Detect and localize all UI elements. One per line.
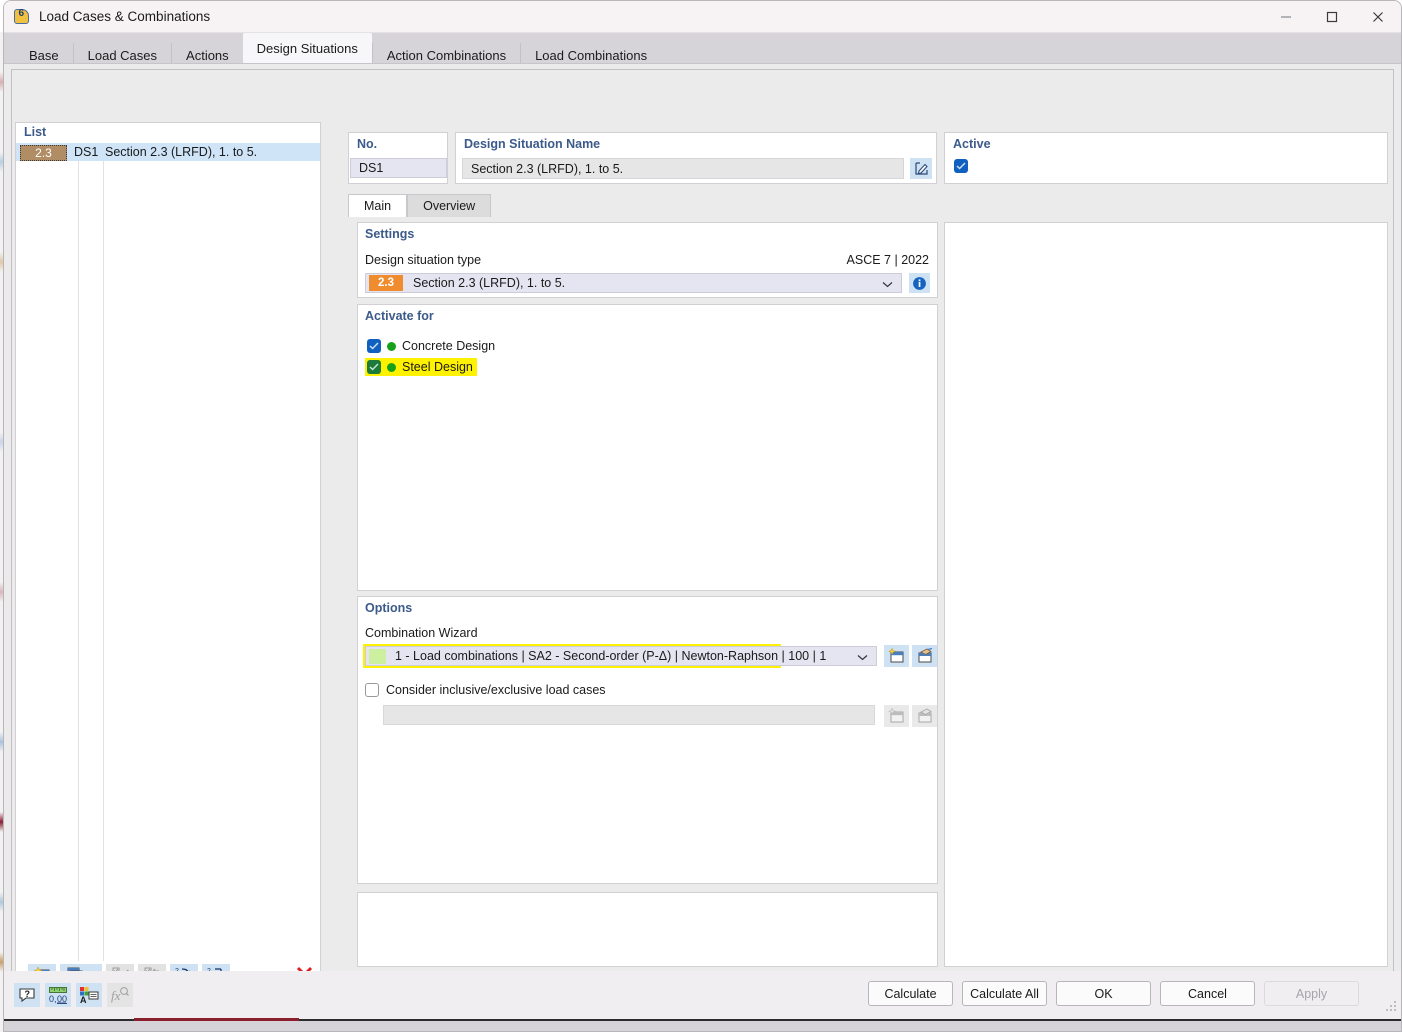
- no-label: No.: [357, 137, 378, 151]
- close-icon[interactable]: [1355, 1, 1401, 33]
- title-bar: Load Cases & Combinations: [4, 1, 1401, 33]
- active-label: Active: [953, 137, 991, 151]
- units-icon[interactable]: 0, 00: [45, 983, 71, 1007]
- resize-grip[interactable]: [1385, 1000, 1397, 1012]
- footer-bottom-strip: [4, 1021, 1401, 1031]
- list-header-label: List: [24, 125, 47, 139]
- svg-text:?: ?: [25, 989, 31, 999]
- edit-wizard-button[interactable]: [912, 645, 937, 667]
- options-title: Options: [365, 601, 413, 615]
- design-situation-name-label: Design Situation Name: [464, 137, 601, 151]
- table-row[interactable]: 2.3 DS1 Section 2.3 (LRFD), 1. to 5.: [16, 143, 320, 161]
- load-cases-combinations-window: Load Cases & Combinations Base Load Case…: [3, 0, 1402, 1032]
- window-title: Load Cases & Combinations: [39, 9, 211, 24]
- minimize-icon[interactable]: [1263, 1, 1309, 33]
- footer-tool-buttons: ? 0, 00 A fx: [14, 983, 133, 1007]
- consider-inclusive-checkbox[interactable]: [365, 683, 379, 697]
- design-situation-name-card: Design Situation Name Section 2.3 (LRFD)…: [455, 132, 937, 184]
- formula-icon: fx: [107, 983, 133, 1007]
- combination-wizard-value: 1 - Load combinations | SA2 - Second-ord…: [395, 649, 827, 663]
- language-icon[interactable]: A: [76, 983, 102, 1007]
- column-separator: [103, 143, 104, 961]
- edit-name-icon[interactable]: [910, 158, 932, 179]
- dialog-footer: ? 0, 00 A fx Calculate Calculate All OK …: [4, 971, 1401, 1031]
- inner-tab-strip: Main Overview: [348, 194, 938, 217]
- design-situation-name-field[interactable]: Section 2.3 (LRFD), 1. to 5.: [462, 158, 904, 179]
- design-standard-label: ASCE 7 | 2022: [846, 253, 929, 267]
- activate-for-group: Activate for Concrete Design Steel Desig…: [357, 304, 938, 591]
- calculate-button[interactable]: Calculate: [868, 981, 953, 1006]
- ok-button[interactable]: OK: [1056, 981, 1151, 1006]
- combination-wizard-dropdown[interactable]: 1 - Load combinations | SA2 - Second-ord…: [365, 646, 877, 666]
- footer-action-buttons: Calculate Calculate All OK Cancel Apply: [868, 981, 1359, 1006]
- svg-text:0,: 0,: [49, 994, 57, 1004]
- list-panel: List 2.3 DS1 Section 2.3 (LRFD), 1. to 5…: [15, 122, 321, 1025]
- window-controls: [1263, 1, 1401, 33]
- design-situation-type-badge: 2.3: [369, 275, 403, 291]
- wizard-color-swatch: [369, 648, 386, 664]
- consider-inclusive-label: Consider inclusive/exclusive load cases: [386, 683, 606, 697]
- main-tab-strip: Base Load Cases Actions Design Situation…: [4, 33, 1401, 68]
- active-card: Active: [944, 132, 1388, 184]
- no-card: No. DS1: [348, 132, 448, 184]
- activate-item-concrete-design[interactable]: Concrete Design: [365, 337, 499, 355]
- maximize-icon[interactable]: [1309, 1, 1355, 33]
- help-icon[interactable]: ?: [14, 983, 40, 1007]
- settings-group: Settings Design situation type ASCE 7 | …: [357, 222, 938, 298]
- status-dot-icon: [387, 362, 396, 372]
- list-table: 2.3 DS1 Section 2.3 (LRFD), 1. to 5.: [16, 143, 320, 961]
- svg-text:00: 00: [57, 994, 67, 1004]
- inclusive-exclusive-field: [383, 705, 875, 725]
- design-situation-type-dropdown[interactable]: 2.3 Section 2.3 (LRFD), 1. to 5.: [365, 273, 902, 293]
- row-badge: 2.3: [20, 144, 67, 161]
- settings-title: Settings: [365, 227, 415, 241]
- app-tag-icon: [13, 8, 30, 25]
- column-separator: [78, 143, 79, 961]
- edit-inclusive-button: [912, 705, 937, 727]
- tab-overview[interactable]: Overview: [407, 194, 492, 217]
- active-checkbox[interactable]: [954, 159, 968, 173]
- calculate-all-button[interactable]: Calculate All: [962, 981, 1047, 1006]
- design-situation-type-value: Section 2.3 (LRFD), 1. to 5.: [413, 276, 566, 290]
- info-icon[interactable]: [909, 273, 930, 293]
- dialog-body: List 2.3 DS1 Section 2.3 (LRFD), 1. to 5…: [4, 63, 1401, 1025]
- options-group: Options Combination Wizard 1 - Load comb…: [357, 596, 938, 884]
- concrete-design-checkbox[interactable]: [367, 339, 381, 353]
- apply-button: Apply: [1264, 981, 1359, 1006]
- activate-item-label: Steel Design: [402, 360, 473, 374]
- status-dot-icon: [387, 341, 396, 351]
- cancel-button[interactable]: Cancel: [1160, 981, 1255, 1006]
- chevron-down-icon: [857, 649, 868, 664]
- consider-inclusive-row[interactable]: Consider inclusive/exclusive load cases: [365, 683, 606, 697]
- row-no: DS1: [74, 145, 99, 159]
- right-preview-panel: [944, 222, 1388, 967]
- tab-main[interactable]: Main: [348, 194, 408, 217]
- activate-item-steel-design[interactable]: Steel Design: [365, 358, 477, 376]
- no-value-field[interactable]: DS1: [350, 158, 447, 178]
- steel-design-checkbox[interactable]: [367, 360, 381, 374]
- new-inclusive-button: [884, 705, 909, 727]
- svg-text:A: A: [80, 995, 87, 1004]
- activate-item-label: Concrete Design: [402, 339, 496, 353]
- svg-text:fx: fx: [111, 988, 121, 1003]
- design-situation-type-label: Design situation type: [365, 253, 482, 267]
- activate-for-title: Activate for: [365, 309, 434, 323]
- new-wizard-button[interactable]: [884, 645, 909, 667]
- tab-design-situations[interactable]: Design Situations: [242, 33, 372, 63]
- row-name: Section 2.3 (LRFD), 1. to 5.: [105, 145, 258, 159]
- chevron-down-icon: [882, 276, 893, 291]
- combination-wizard-label: Combination Wizard: [365, 626, 478, 640]
- blank-detail-panel: [357, 892, 938, 967]
